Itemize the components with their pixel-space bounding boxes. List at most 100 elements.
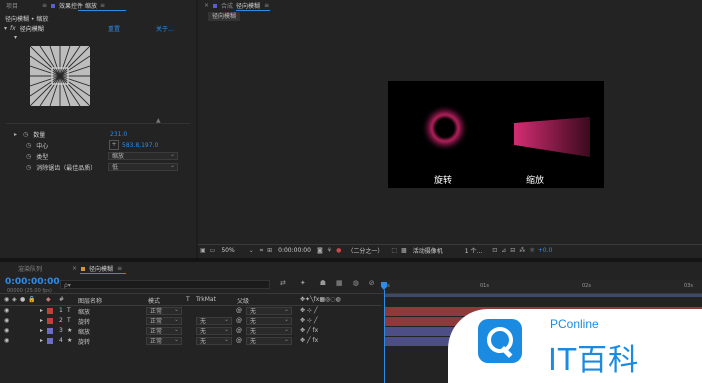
parent-dropdown[interactable]: 无 — [246, 306, 292, 315]
amount-value[interactable]: 231.0 — [110, 131, 127, 138]
parent-dropdown[interactable]: 无 — [246, 316, 292, 325]
current-timecode[interactable]: 0:00:00:00 — [5, 277, 60, 287]
layer-name[interactable]: 缩放 — [78, 307, 90, 316]
trkmat-dropdown[interactable]: 无 — [196, 316, 232, 325]
draft-3d-icon[interactable]: ✦ — [300, 279, 306, 287]
layer-color-swatch[interactable] — [47, 338, 53, 344]
grid-icon[interactable]: ⊞ — [267, 247, 272, 254]
label-icon[interactable]: ◆ — [46, 296, 51, 303]
frame-blending-icon[interactable]: ▦ — [336, 279, 343, 287]
camera-snapshot-icon[interactable]: ◙ — [317, 247, 323, 254]
fit-icon[interactable]: ⌗ — [260, 247, 263, 255]
parent-pick-whip-icon[interactable]: @ — [236, 307, 242, 314]
composition-tab-prefix[interactable]: 合成 — [221, 1, 233, 10]
viewer-timecode[interactable]: 0:00:00:00 — [278, 247, 311, 254]
layer-name[interactable]: 旋转 — [78, 337, 90, 346]
close-icon[interactable]: × — [204, 2, 209, 9]
time-ruler[interactable]: 0s 01s 02s 03s — [382, 280, 702, 294]
parent-pick-whip-icon[interactable]: @ — [236, 317, 242, 324]
trkmat-dropdown[interactable]: 无 — [196, 326, 232, 335]
eye-icon[interactable]: ◉ — [4, 307, 9, 314]
eye-icon[interactable]: ◉ — [4, 296, 9, 303]
region-icon[interactable]: ⬚ — [391, 247, 397, 254]
fx-icon[interactable]: fx — [10, 25, 16, 32]
render-queue-tab[interactable]: 渲染队列 — [18, 264, 42, 273]
mode-dropdown[interactable]: 正常 — [146, 336, 182, 345]
parent-dropdown[interactable]: 无 — [246, 326, 292, 335]
expand-arrow-icon[interactable]: ▾ — [14, 34, 17, 41]
solo-icon[interactable]: ● — [20, 296, 25, 303]
graph-editor-icon[interactable]: ⊘ — [369, 279, 375, 287]
expand-arrow-icon[interactable]: ▸ — [14, 131, 17, 138]
layer-color-swatch[interactable] — [47, 328, 53, 334]
reset-link[interactable]: 重置 — [108, 24, 120, 33]
layer-color-swatch[interactable] — [47, 308, 53, 314]
switches-icon[interactable]: ✥ ╱ fx — [300, 327, 318, 334]
comp-name-chip[interactable]: 径向模糊 — [208, 12, 241, 21]
stopwatch-icon[interactable]: ◷ — [23, 131, 28, 138]
views-dropdown[interactable]: 1 个... — [465, 246, 482, 255]
close-icon[interactable]: × — [72, 265, 77, 272]
switches-icon[interactable]: ✥ ⊹ ╱ — [300, 317, 317, 324]
timeline-tab[interactable]: 径向模糊 — [89, 264, 113, 273]
eye-icon[interactable]: ◉ — [4, 327, 9, 334]
type-dropdown[interactable]: 缩放 — [108, 151, 178, 160]
always-preview-icon[interactable]: ▣ — [200, 247, 206, 254]
panel-menu-icon[interactable]: ≡ — [100, 2, 105, 9]
layer-row[interactable]: ◉ ▸ 1 T 缩放 正常 @ 无 ✥ ⊹ ╱ — [0, 306, 382, 316]
lock-icon[interactable] — [51, 3, 56, 8]
resolution-dropdown[interactable]: （二分之一） — [347, 246, 383, 255]
camera-dropdown[interactable]: 活动摄像机 — [413, 246, 443, 255]
center-value[interactable]: 583.8,197.0 — [122, 142, 158, 149]
comp-mini-flowchart-icon[interactable]: ⇄ — [280, 279, 286, 287]
mode-dropdown[interactable]: 正常 — [146, 316, 182, 325]
switches-icon[interactable]: ✥✦╲fx▦◎◌◍ — [300, 296, 341, 303]
zoom-dropdown[interactable]: 50% — [221, 247, 234, 254]
shy-icon[interactable]: ☗ — [320, 279, 326, 287]
about-link[interactable]: 关于... — [156, 24, 174, 33]
col-trkmat[interactable]: TrkMat — [196, 296, 216, 303]
motion-blur-icon[interactable]: ◍ — [353, 279, 359, 287]
chevron-down-icon[interactable]: ⌄ — [249, 247, 254, 254]
panel-menu-icon[interactable]: ≡ — [117, 265, 122, 272]
layer-search-input[interactable]: ρ▾ — [60, 280, 270, 289]
layer-row[interactable]: ◉ ▸ 2 T 旋转 正常 无 @ 无 ✥ ⊹ ╱ — [0, 316, 382, 326]
project-tab[interactable]: 项目 — [6, 1, 18, 10]
layer-color-swatch[interactable] — [47, 318, 53, 324]
layer-row[interactable]: ◉ ▸ 3 ★ 缩放 正常 无 @ 无 ✥ ╱ fx — [0, 326, 382, 336]
lock-icon[interactable]: 🔒 — [28, 296, 35, 303]
lock-icon[interactable] — [81, 266, 86, 271]
work-area-bar[interactable] — [384, 294, 702, 297]
menu-icon[interactable]: ≡ — [42, 2, 47, 9]
reset-exposure-icon[interactable]: ☼ — [529, 247, 534, 254]
crosshair-icon[interactable]: + — [109, 140, 119, 150]
expand-arrow-icon[interactable]: ▸ — [40, 307, 43, 314]
expand-arrow-icon[interactable]: ▸ — [40, 337, 43, 344]
lock-icon[interactable] — [213, 3, 218, 8]
aa-dropdown[interactable]: 低 — [108, 162, 178, 171]
mode-dropdown[interactable]: 正常 — [146, 306, 182, 315]
expand-arrow-icon[interactable]: ▸ — [40, 327, 43, 334]
timeline-icon[interactable]: ⊟ — [510, 247, 515, 254]
parent-pick-whip-icon[interactable]: @ — [236, 337, 242, 344]
col-layer-name[interactable]: 图层名称 — [78, 296, 102, 305]
flowchart-icon[interactable]: ⁂ — [519, 247, 525, 254]
monitor-icon[interactable]: ▭ — [210, 247, 216, 254]
layer-row[interactable]: ◉ ▸ 4 ★ 旋转 正常 无 @ 无 ✥ ╱ fx — [0, 336, 382, 346]
audio-icon[interactable]: ◈ — [12, 296, 17, 303]
col-mode[interactable]: 模式 — [148, 296, 160, 305]
stopwatch-icon[interactable]: ◷ — [26, 164, 31, 171]
exposure-value[interactable]: +0.0 — [538, 247, 553, 254]
transparency-grid-icon[interactable]: ▩ — [401, 247, 407, 254]
stopwatch-icon[interactable]: ◷ — [26, 142, 31, 149]
eye-icon[interactable]: ◉ — [4, 337, 9, 344]
mode-dropdown[interactable]: 正常 — [146, 326, 182, 335]
eye-icon[interactable]: ◉ — [4, 317, 9, 324]
parent-pick-whip-icon[interactable]: @ — [236, 327, 242, 334]
panel-menu-icon[interactable]: ≡ — [264, 2, 269, 9]
layer-name[interactable]: 缩放 — [78, 327, 90, 336]
composition-tab-name[interactable]: 径向模糊 — [236, 1, 260, 10]
toggle-pixel-icon[interactable]: ⊡ — [492, 247, 497, 254]
composition-canvas[interactable]: 旋转 缩放 — [388, 81, 604, 188]
color-channel-icon[interactable]: ● — [336, 247, 341, 254]
